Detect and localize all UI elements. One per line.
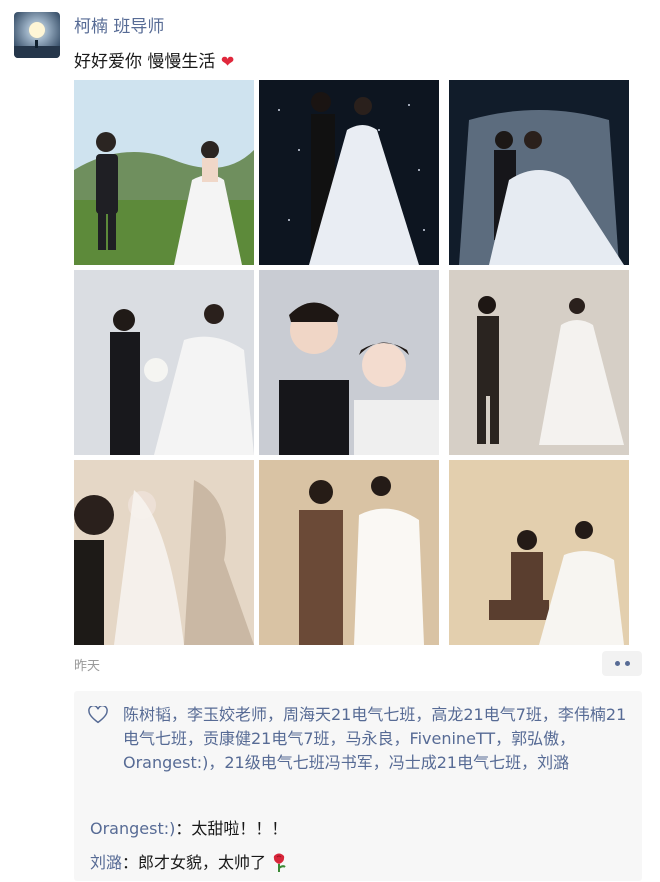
comment-item[interactable]: 刘潞：郎才女貌，太帅了	[90, 849, 287, 873]
rose-icon	[273, 853, 286, 872]
photo-couple-seated[interactable]	[449, 460, 629, 645]
red-heart-icon: ❤	[220, 52, 235, 71]
post-text-content: 好好爱你 慢慢生活	[74, 52, 216, 72]
photo-couple-closeup[interactable]	[259, 270, 439, 455]
likes-names[interactable]: 陈树韬，李玉姣老师，周海天21电气七班，高龙21电气7班，李伟楠21电气七班，贡…	[123, 703, 630, 775]
photo-couple-veil[interactable]	[449, 80, 629, 265]
photo-couple-lawn[interactable]	[74, 80, 254, 265]
comment-text: 太甜啦！！！	[191, 819, 288, 838]
post-time: 昨天	[74, 659, 101, 674]
photo-couple-bouquet[interactable]	[74, 270, 254, 455]
author-name[interactable]: 柯楠 班导师	[74, 12, 164, 37]
heart-outline-icon	[88, 706, 108, 724]
comment-author[interactable]: Orangest:)	[90, 819, 175, 838]
comment-text: 郎才女貌，太帅了	[138, 853, 267, 872]
photo-couple-shadow[interactable]	[74, 460, 254, 645]
dot-icon	[624, 661, 630, 666]
comment-separator: ：	[122, 853, 139, 872]
photo-couple-suit[interactable]	[259, 460, 439, 645]
post-text: 好好爱你 慢慢生活 ❤	[74, 47, 234, 72]
interaction-panel: 陈树韬，李玉姣老师，周海天21电气七班，高龙21电气7班，李伟楠21电气七班，贡…	[74, 691, 642, 881]
avatar[interactable]	[14, 12, 60, 58]
photo-couple-dance[interactable]	[449, 270, 629, 455]
photo-grid	[74, 80, 634, 645]
likes-list: 陈树韬，李玉姣老师，周海天21电气七班，高龙21电气7班，李伟楠21电气七班，贡…	[88, 703, 630, 775]
dot-icon	[614, 661, 620, 666]
comment-item[interactable]: Orangest:)：太甜啦！！！	[90, 815, 287, 839]
comment-separator: ：	[175, 819, 192, 838]
comment-author[interactable]: 刘潞	[90, 853, 122, 872]
photo-couple-starry[interactable]	[259, 80, 439, 265]
avatar-moon-image	[14, 12, 60, 58]
more-actions-button[interactable]	[602, 651, 642, 676]
